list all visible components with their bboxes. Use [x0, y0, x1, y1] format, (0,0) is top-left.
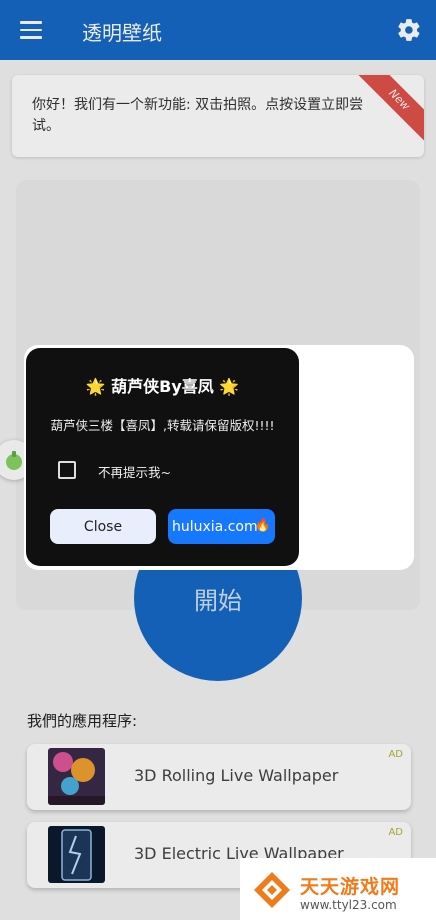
huluxia-link-button[interactable]: huluxia.com 🔥 [168, 509, 275, 544]
fire-icon: 🔥 [254, 518, 271, 533]
dialog-title: 🌟 葫芦侠By喜凤 🌟 [85, 377, 240, 396]
dialog-message: 葫芦侠三楼【喜凤】,转载请保留版权!!!! [50, 418, 275, 433]
site-watermark: 天天游戏网 www.ttyl23.com [240, 858, 436, 920]
logo-icon [254, 872, 290, 908]
link-label: huluxia.com [172, 518, 258, 535]
notice-dialog: 🌟 葫芦侠By喜凤 🌟 葫芦侠三楼【喜凤】,转载请保留版权!!!! 不再提示我~… [26, 348, 299, 566]
watermark-url: www.ttyl23.com [300, 898, 397, 912]
gourd-icon [6, 451, 22, 470]
close-button[interactable]: Close [50, 509, 156, 544]
checkbox-label[interactable]: 不再提示我~ [98, 462, 171, 481]
dont-show-again-checkbox[interactable] [58, 461, 76, 479]
watermark-title: 天天游戏网 [300, 876, 401, 898]
